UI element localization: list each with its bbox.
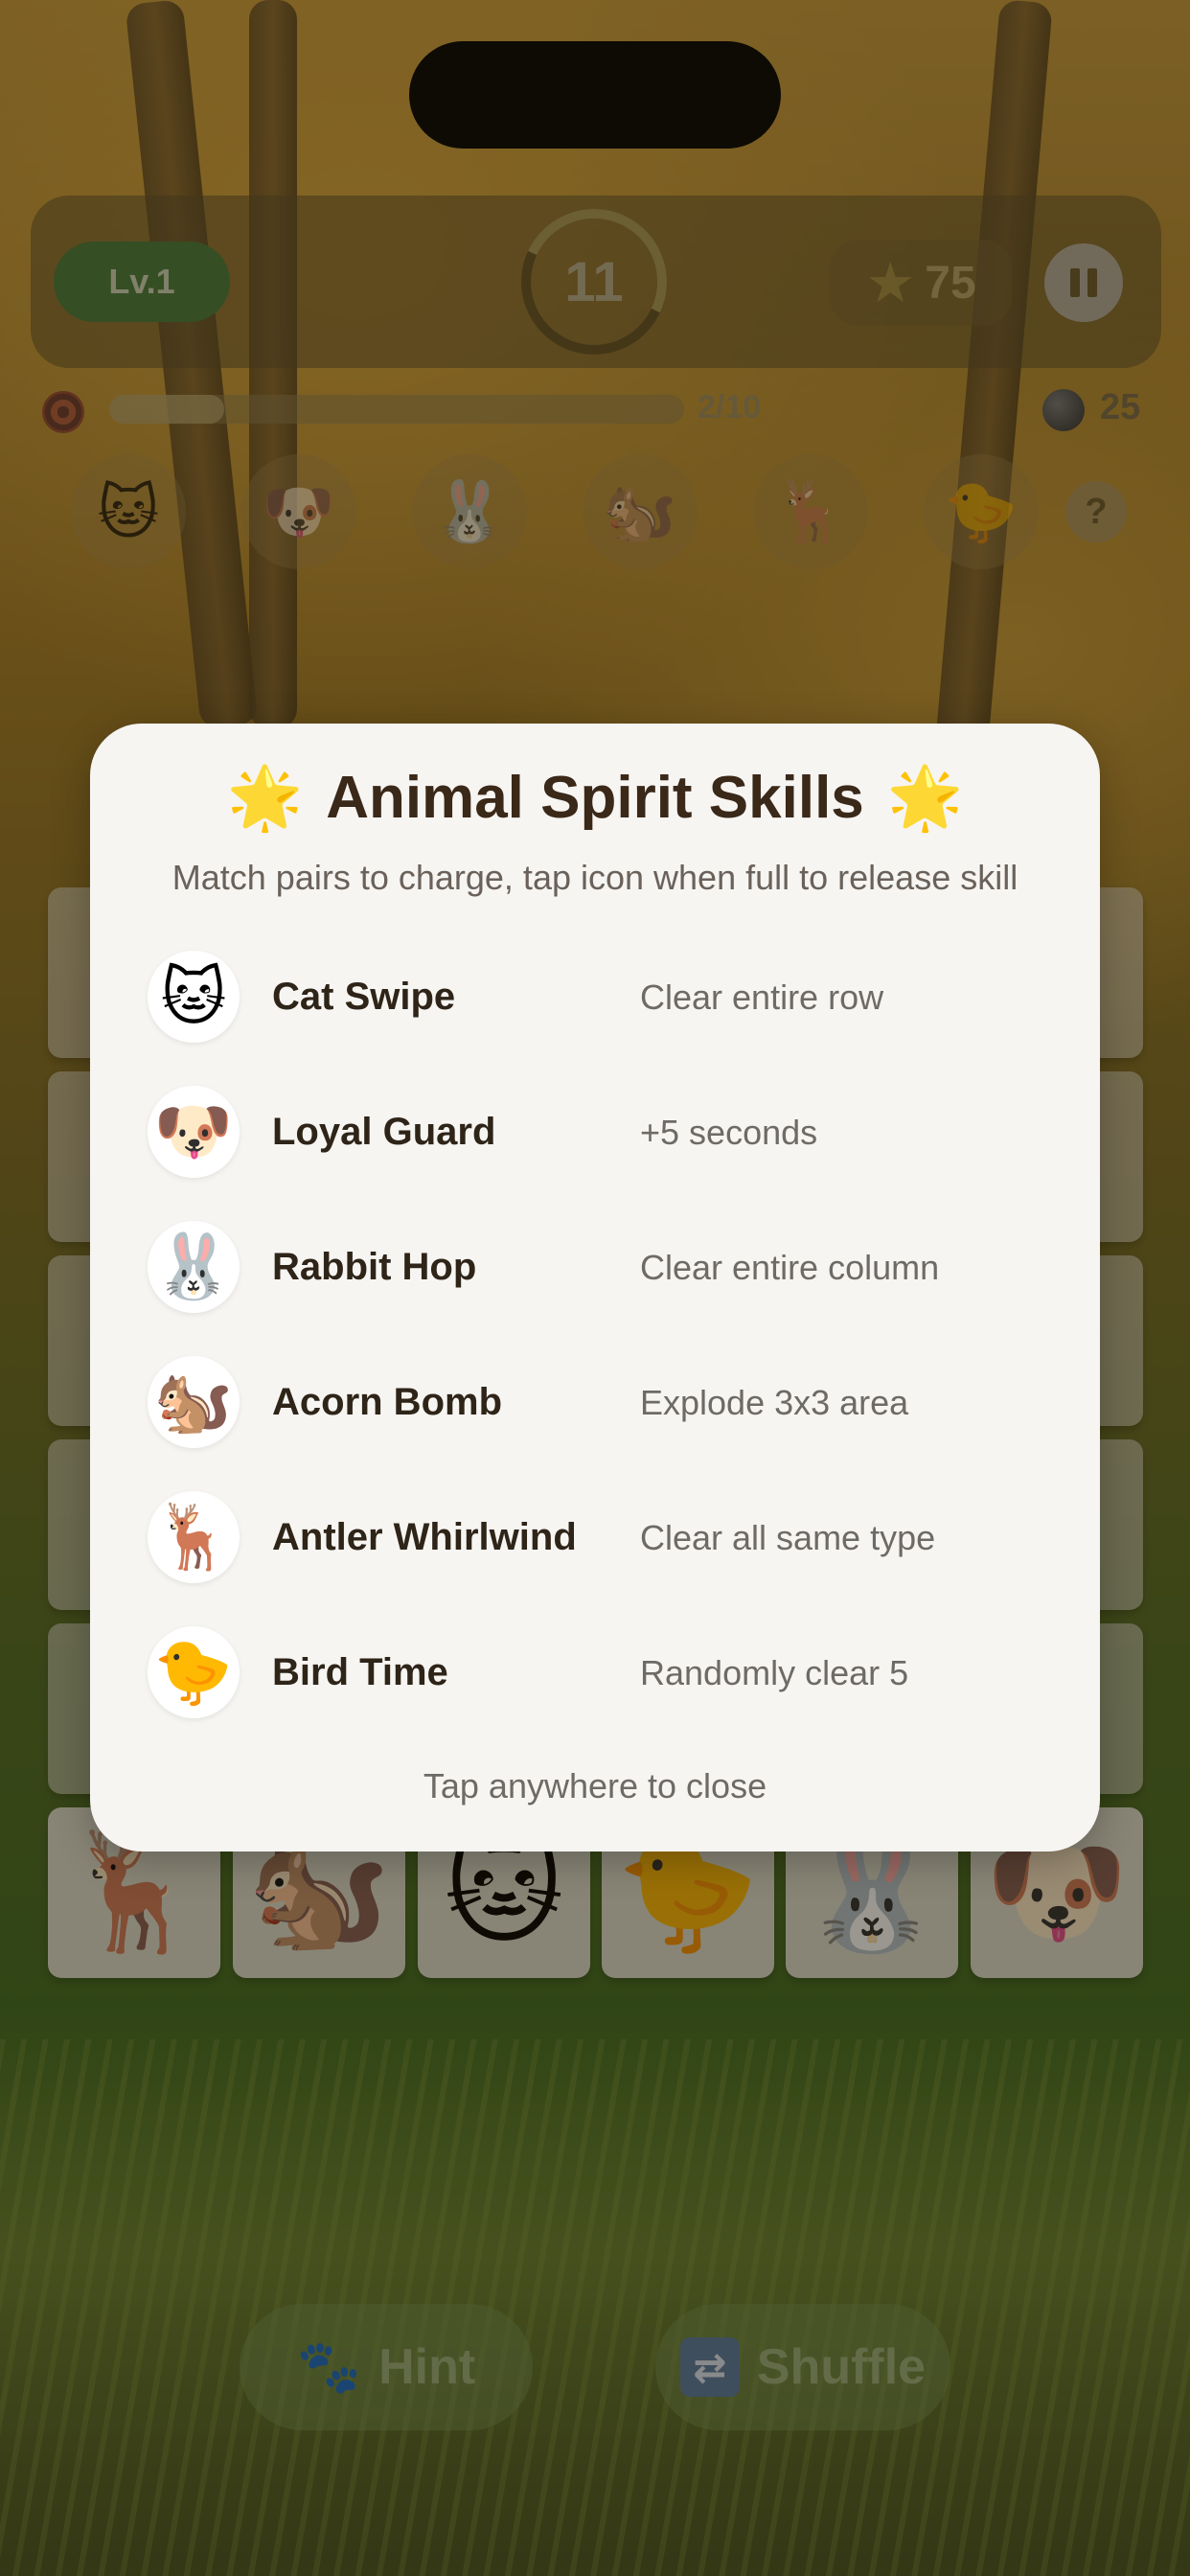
modal-title: 🌟 Animal Spirit Skills 🌟 [90, 762, 1100, 834]
deer-avatar-icon: 🦌 [148, 1491, 240, 1583]
bird-avatar-icon: 🐤 [148, 1626, 240, 1718]
skill-name: Bird Time [272, 1651, 448, 1693]
sparkle-star-icon: 🌟 [226, 763, 304, 832]
sparkle-star-icon: 🌟 [886, 763, 964, 832]
skill-row-dog: 🐶 Loyal Guard +5 seconds [148, 1074, 1067, 1189]
cat-avatar-icon: 🐱 [148, 951, 240, 1043]
dog-avatar-icon: 🐶 [148, 1086, 240, 1178]
rabbit-avatar-icon: 🐰 [148, 1221, 240, 1313]
squirrel-avatar-icon: 🐿️ [148, 1356, 240, 1448]
skill-description: Randomly clear 5 [640, 1653, 909, 1692]
skill-description: Clear entire row [640, 978, 884, 1017]
skill-description: Clear all same type [640, 1518, 936, 1557]
skill-name: Antler Whirlwind [272, 1516, 577, 1558]
skills-modal[interactable]: 🌟 Animal Spirit Skills 🌟 Match pairs to … [90, 724, 1100, 1852]
close-hint-text: Tap anywhere to close [423, 1766, 767, 1806]
skill-name: Rabbit Hop [272, 1246, 477, 1288]
skill-row-squirrel: 🐿️ Acorn Bomb Explode 3x3 area [148, 1345, 1067, 1460]
skill-row-deer: 🦌 Antler Whirlwind Clear all same type [148, 1480, 1067, 1595]
modal-subtitle: Match pairs to charge, tap icon when ful… [172, 858, 1018, 897]
skill-name: Cat Swipe [272, 976, 456, 1018]
skill-name: Acorn Bomb [272, 1381, 502, 1423]
skill-row-bird: 🐤 Bird Time Randomly clear 5 [148, 1615, 1067, 1730]
skill-description: Explode 3x3 area [640, 1383, 909, 1422]
skill-row-cat: 🐱 Cat Swipe Clear entire row [148, 939, 1067, 1054]
modal-title-text: Animal Spirit Skills [326, 765, 864, 831]
skill-row-rabbit: 🐰 Rabbit Hop Clear entire column [148, 1209, 1067, 1324]
skill-description: Clear entire column [640, 1248, 940, 1287]
skill-description: +5 seconds [640, 1113, 818, 1152]
skill-name: Loyal Guard [272, 1111, 496, 1153]
